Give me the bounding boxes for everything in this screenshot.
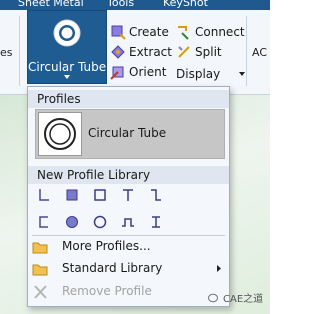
circular-tube-label: Circular Tube xyxy=(28,60,107,74)
connect-profile-icon xyxy=(178,26,189,40)
tab-sheet-metal[interactable]: Sheet Metal xyxy=(18,0,84,9)
more-profiles-item[interactable]: More Profiles... xyxy=(28,237,229,257)
i-beam-icon[interactable] xyxy=(148,214,164,230)
display-label: Display xyxy=(176,67,221,81)
profile-thumbnail xyxy=(38,112,82,156)
standard-library-label: Standard Library xyxy=(62,261,163,275)
t-section-icon[interactable] xyxy=(120,187,136,203)
create-button[interactable]: Create xyxy=(110,23,169,41)
profile-dropdown-menu: Profiles Circular Tube New Profile Libra… xyxy=(27,86,230,307)
remove-profile-label: Remove Profile xyxy=(62,284,152,298)
square-outline-icon[interactable] xyxy=(92,187,108,203)
circle-tube-profile-icon xyxy=(44,118,76,150)
orient-button[interactable]: Orient xyxy=(110,63,166,81)
extract-profile-icon xyxy=(111,45,125,59)
circular-tube-button[interactable]: Circular Tube xyxy=(27,10,107,84)
tab-keyshot[interactable]: KeyShot xyxy=(163,0,208,9)
dropdown-caret-icon xyxy=(239,72,246,76)
z-section-icon[interactable] xyxy=(148,187,164,203)
orient-label: Orient xyxy=(129,65,167,79)
hat-section-icon[interactable] xyxy=(120,214,136,230)
ribbon-left-stub-label[interactable]: es xyxy=(0,46,13,59)
library-section-header: New Profile Library xyxy=(28,166,229,184)
chevron-right-icon xyxy=(217,265,221,272)
split-label: Split xyxy=(195,45,222,59)
remove-profile-item: Remove Profile xyxy=(28,282,229,302)
orient-profile-icon xyxy=(110,66,124,80)
create-label: Create xyxy=(129,25,169,39)
ribbon-right-stub-label[interactable]: AC xyxy=(252,46,267,59)
angle-icon[interactable] xyxy=(36,187,52,203)
square-solid-icon[interactable] xyxy=(64,187,80,203)
remove-x-icon xyxy=(34,285,47,299)
tab-tools[interactable]: Tools xyxy=(107,0,134,9)
more-profiles-label: More Profiles... xyxy=(62,239,151,253)
extract-button[interactable]: Extract xyxy=(110,43,172,61)
extract-label: Extract xyxy=(129,45,172,59)
circle-outline-icon[interactable] xyxy=(92,214,108,230)
display-dropdown[interactable]: Display xyxy=(176,65,247,83)
profile-item-label: Circular Tube xyxy=(88,126,167,140)
circle-solid-icon[interactable] xyxy=(64,214,80,230)
split-button[interactable]: Split xyxy=(176,43,222,61)
channel-icon[interactable] xyxy=(36,214,52,230)
ribbon-separator xyxy=(19,16,20,86)
circle-ring-icon xyxy=(53,19,81,47)
connect-label: Connect xyxy=(195,25,245,39)
watermark: CAE之道 xyxy=(208,290,263,305)
profiles-section-header: Profiles xyxy=(28,90,229,108)
connect-button[interactable]: Connect xyxy=(176,23,245,41)
ribbon-tab-strip: Sheet Metal Tools KeyShot xyxy=(0,0,270,10)
standard-library-item[interactable]: Standard Library xyxy=(28,259,229,279)
split-profile-icon xyxy=(178,46,190,58)
profile-item-circular-tube[interactable]: Circular Tube xyxy=(35,109,225,159)
chevron-down-icon xyxy=(64,75,70,79)
menu-divider xyxy=(32,235,225,236)
wechat-icon xyxy=(208,293,218,302)
watermark-text: CAE之道 xyxy=(223,294,264,305)
folder-icon xyxy=(32,264,48,276)
folder-icon xyxy=(32,242,48,254)
create-profile-icon xyxy=(111,25,126,40)
